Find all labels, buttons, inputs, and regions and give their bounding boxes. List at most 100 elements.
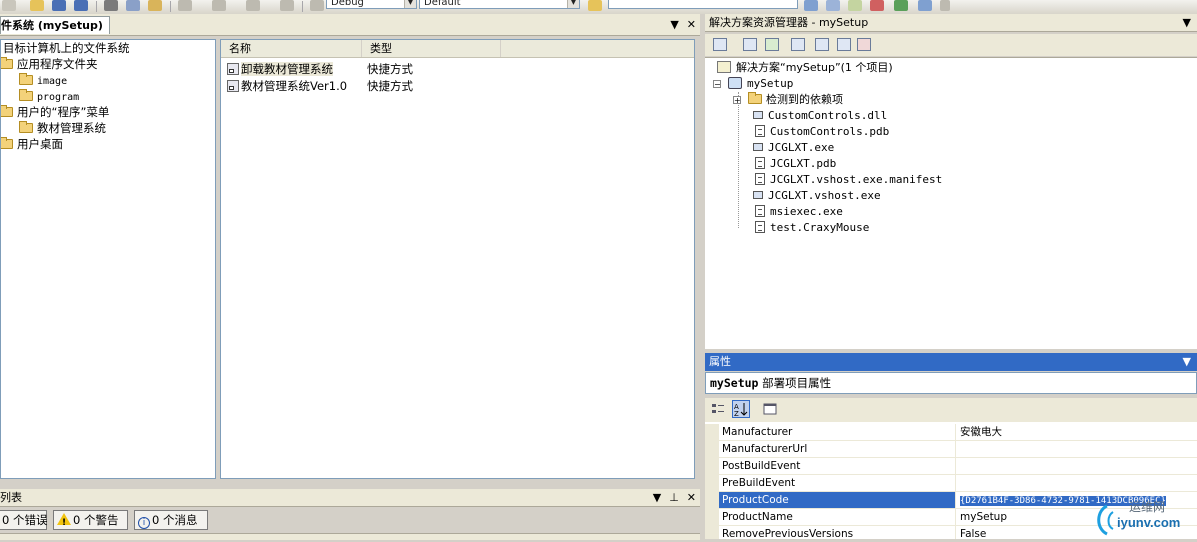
custom-actions-editor-icon[interactable] [837, 38, 851, 51]
window-position-icon[interactable]: ▼ [1183, 16, 1191, 29]
new-project-icon[interactable] [2, 0, 16, 11]
open-icon[interactable] [30, 0, 44, 11]
property-row-postbuildevent[interactable]: PostBuildEvent [705, 458, 1197, 475]
collapse-icon[interactable]: − [713, 80, 721, 89]
tree-item-dependencies[interactable]: + 检测到的依赖项 [733, 92, 843, 108]
tab-file-system-editor[interactable]: 件系统 (mySetup) [0, 16, 110, 34]
pin-icon[interactable]: ⊥ [669, 491, 679, 504]
list-item[interactable]: 卸载教材管理系统 快捷方式 [221, 61, 694, 77]
column-header-type[interactable]: 类型 [362, 40, 501, 57]
properties-window-icon[interactable] [848, 0, 862, 11]
toolbox-icon[interactable] [870, 0, 884, 11]
tree-item-file[interactable]: CustomControls.dll [753, 108, 887, 124]
property-row-manufacturerurl[interactable]: ManufacturerUrl [705, 441, 1197, 458]
file-icon [755, 157, 765, 169]
item-type: 快捷方式 [367, 62, 413, 76]
tree-item-file[interactable]: JCGLXT.vshost.exe.manifest [755, 172, 942, 188]
item-name: 教材管理系统Ver1.0 [241, 79, 348, 93]
registry-editor-icon[interactable] [765, 38, 779, 51]
categorized-icon[interactable] [709, 400, 727, 418]
solution-node[interactable]: 解决方案“mySetup”(1 个项目) [717, 60, 893, 76]
find-combo[interactable] [608, 0, 798, 9]
tree-item-label: 教材管理系统 [37, 121, 106, 135]
launch-conditions-editor-icon[interactable] [857, 38, 871, 51]
info-icon: i [138, 517, 150, 529]
solution-explorer-titlebar: 解决方案资源管理器 - mySetup ▼ [705, 14, 1197, 32]
save-icon[interactable] [52, 0, 66, 11]
solution-tree[interactable]: 解决方案“mySetup”(1 个项目) − mySetup + 检测到的依赖项 C… [705, 57, 1197, 350]
solution-explorer-title: 解决方案资源管理器 - mySetup [709, 16, 869, 29]
start-debug-icon[interactable] [310, 0, 324, 11]
warnings-toggle-button[interactable]: 0 个警告 [53, 510, 128, 532]
tree-item-app-folder[interactable]: 应用程序文件夹 [1, 56, 98, 72]
window-list-icon[interactable]: ▼ [670, 18, 678, 31]
property-value[interactable] [957, 458, 1197, 474]
messages-count: 0 个消息 [152, 513, 198, 527]
find-icon[interactable] [804, 0, 818, 11]
solution-platform-combo[interactable]: Default ▼ [419, 0, 580, 9]
file-system-tree[interactable]: 目标计算机上的文件系统 应用程序文件夹 image program 用户的“程序… [0, 39, 216, 479]
close-icon[interactable]: ✕ [687, 18, 696, 31]
property-name: RemovePreviousVersions [719, 526, 956, 539]
tree-item-programs-menu[interactable]: 用户的“程序”菜单 [1, 104, 109, 120]
alphabetical-icon[interactable]: AZ [732, 400, 750, 418]
file-system-editor-icon[interactable] [743, 38, 757, 51]
redo-icon[interactable] [212, 0, 226, 11]
tree-item-file[interactable]: JCGLXT.exe [753, 140, 834, 156]
solution-config-combo[interactable]: Debug ▼ [326, 0, 417, 9]
tree-item-label: JCGLXT.pdb [770, 157, 837, 170]
solution-explorer-icon[interactable] [826, 0, 840, 11]
column-header-name[interactable]: 名称 [221, 40, 362, 57]
tree-item-image[interactable]: image [19, 73, 68, 90]
property-value[interactable]: 安徽电大 [957, 424, 1197, 440]
tree-item-label: image [37, 76, 68, 87]
tree-item-file[interactable]: CustomControls.pdb [755, 124, 889, 140]
tree-item-target-fs[interactable]: 目标计算机上的文件系统 [3, 40, 130, 56]
property-value[interactable] [957, 475, 1197, 491]
property-name: Manufacturer [719, 424, 956, 440]
cut-icon[interactable] [104, 0, 118, 11]
property-pages-icon[interactable] [761, 400, 779, 418]
list-item[interactable]: 教材管理系统Ver1.0 快捷方式 [221, 78, 694, 94]
solution-explorer-toolbar [705, 34, 1197, 56]
find-in-files-icon[interactable] [588, 0, 602, 11]
window-position-icon[interactable]: ▼ [1183, 355, 1191, 368]
file-icon [755, 205, 765, 217]
save-all-icon[interactable] [74, 0, 88, 11]
file-types-editor-icon[interactable] [791, 38, 805, 51]
tree-item-label: 目标计算机上的文件系统 [3, 41, 130, 55]
chevron-down-icon[interactable]: ▼ [567, 0, 579, 8]
tree-item-label: JCGLXT.vshost.exe.manifest [770, 173, 943, 186]
tree-item-file[interactable]: test.CraxyMouse [755, 220, 869, 236]
messages-toggle-button[interactable]: i0 个消息 [134, 510, 208, 530]
tree-item-file[interactable]: JCGLXT.pdb [755, 156, 836, 172]
tree-item-file[interactable]: msiexec.exe [755, 204, 843, 220]
file-list[interactable]: 名称 类型 卸载教材管理系统 快捷方式 教材管理系统Ver1.0 快捷方式 [220, 39, 695, 479]
toolbar-options-icon[interactable] [940, 0, 950, 11]
tree-item-label: program [37, 92, 80, 103]
tree-item-desktop[interactable]: 用户桌面 [1, 136, 63, 152]
start-page-icon[interactable] [918, 0, 932, 11]
copy-icon[interactable] [126, 0, 140, 11]
tree-item-file[interactable]: JCGLXT.vshost.exe [753, 188, 881, 204]
user-interface-editor-icon[interactable] [815, 38, 829, 51]
properties-icon[interactable] [713, 38, 727, 51]
tree-item-jcgl[interactable]: 教材管理系统 [19, 120, 106, 136]
errors-toggle-button[interactable]: 0 个错误 [0, 510, 47, 530]
chevron-down-icon[interactable]: ▼ [404, 0, 416, 8]
close-icon[interactable]: ✕ [687, 491, 696, 504]
project-node[interactable]: − mySetup [713, 76, 793, 92]
properties-titlebar: 属性 ▼ [705, 353, 1197, 371]
object-selector[interactable]: mySetup 部署项目属性 [705, 372, 1197, 394]
class-view-icon[interactable] [894, 0, 908, 11]
navigate-back-icon[interactable] [246, 0, 260, 11]
undo-icon[interactable] [178, 0, 192, 11]
expand-icon[interactable]: + [733, 96, 741, 105]
property-row-prebuildevent[interactable]: PreBuildEvent [705, 475, 1197, 492]
paste-icon[interactable] [148, 0, 162, 11]
property-value[interactable] [957, 441, 1197, 457]
property-row-manufacturer[interactable]: Manufacturer 安徽电大 [705, 424, 1197, 441]
solution-label: 解决方案“mySetup”(1 个项目) [736, 61, 893, 74]
navigate-forward-icon[interactable] [280, 0, 294, 11]
window-position-icon[interactable]: ▼ [653, 491, 661, 504]
